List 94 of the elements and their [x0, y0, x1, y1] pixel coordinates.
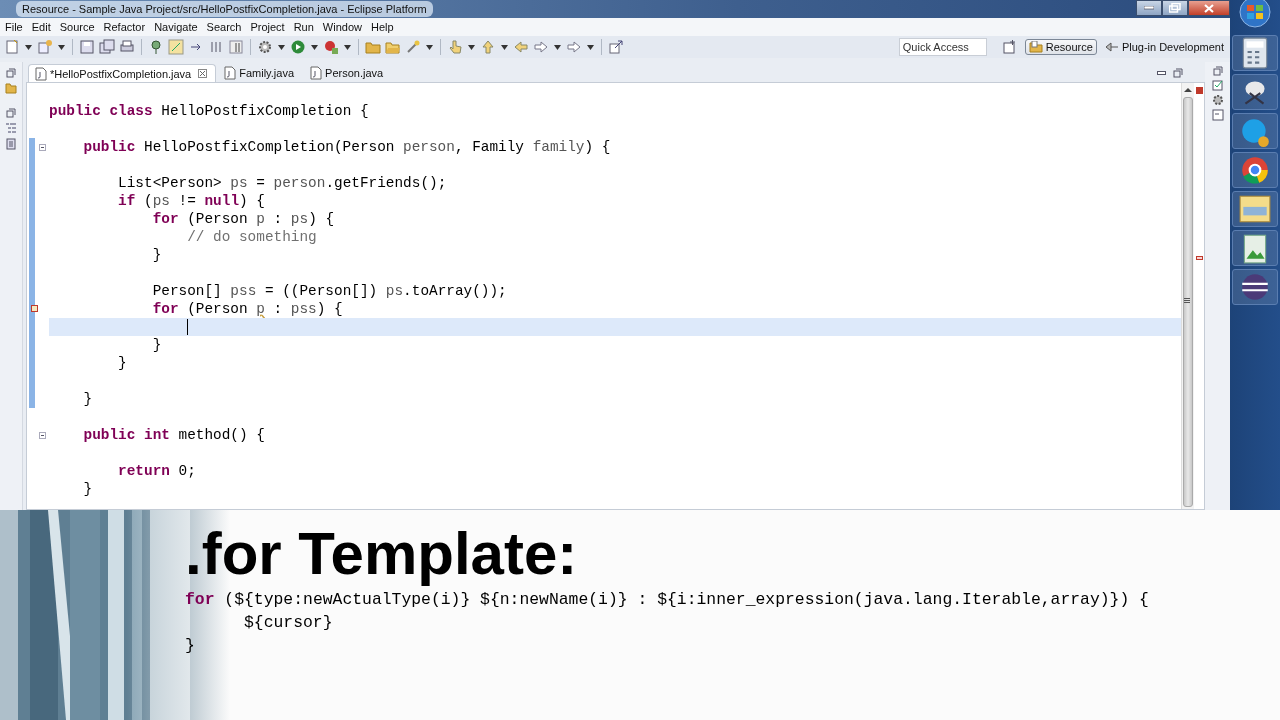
warning-marker[interactable] [1195, 256, 1203, 260]
pointer-icon[interactable] [447, 39, 463, 55]
code-line: public int method() { [82, 426, 266, 444]
perspective-button[interactable]: Plug-in Development [1100, 39, 1228, 55]
menu-item[interactable]: File [1, 21, 27, 33]
folder-icon [1028, 41, 1043, 53]
gear-icon[interactable] [257, 39, 273, 55]
dropdown-caret-icon[interactable] [278, 44, 285, 50]
dropdown-caret-icon[interactable] [501, 44, 508, 50]
gear-icon[interactable] [1211, 94, 1224, 106]
code-line: public HelloPostfixCompletion(Person person, Family family) { [82, 138, 612, 156]
overlay-heading: .for Template: [185, 520, 579, 588]
code-line: return 0; [117, 462, 197, 480]
task-list-icon[interactable] [5, 138, 17, 150]
code-line: } [117, 354, 128, 372]
close-icon [1204, 3, 1214, 13]
editor-tab[interactable]: *HelloPostfixCompletion.java [28, 64, 217, 82]
dropdown-caret-icon[interactable] [25, 44, 32, 50]
menu-item[interactable]: Search [202, 21, 246, 33]
menu-item[interactable]: Window [318, 21, 366, 33]
menu-item[interactable]: Navigate [150, 21, 202, 33]
dropdown-caret-icon[interactable] [344, 44, 351, 50]
code-line: // do something [186, 228, 318, 246]
save-all-icon[interactable] [99, 39, 115, 55]
restore-icon[interactable] [1212, 66, 1223, 76]
printer-icon[interactable] [119, 39, 135, 55]
file-explorer-icon[interactable] [1232, 191, 1278, 227]
forward-arrow-icon[interactable] [566, 39, 582, 55]
code-line: } [82, 390, 94, 408]
restore-icon[interactable] [6, 68, 16, 78]
code-line: } [151, 336, 163, 354]
code-line: for (Person p : ps) { [151, 210, 336, 228]
code-line: } [82, 480, 94, 498]
perspective-button[interactable]: Resource [1024, 39, 1097, 55]
menu-item[interactable]: Project [246, 21, 289, 33]
menu-item[interactable]: Edit [27, 21, 55, 33]
scrollbar-thumb[interactable] [1183, 97, 1193, 507]
dropdown-caret-icon[interactable] [311, 44, 318, 50]
export-icon[interactable] [608, 39, 624, 55]
external-tools-icon[interactable] [323, 39, 339, 55]
image-app-icon[interactable] [1232, 230, 1278, 266]
close-icon[interactable] [198, 69, 208, 78]
grip-icon [1184, 298, 1190, 304]
code-line: List<Person> ps = person.getFriends(); [117, 174, 448, 192]
save-icon[interactable] [79, 39, 95, 55]
new-file-icon[interactable] [4, 39, 20, 55]
fold-icon[interactable] [39, 432, 46, 439]
task-icon[interactable] [1211, 79, 1224, 91]
open-perspective-icon[interactable] [1002, 40, 1017, 54]
code-line: } [151, 246, 163, 264]
scroll-up-icon[interactable] [1184, 87, 1192, 93]
console-icon[interactable] [1211, 109, 1224, 121]
dropdown-caret-icon[interactable] [554, 44, 561, 50]
java-file-icon [224, 66, 237, 80]
dropdown-caret-icon[interactable] [426, 44, 433, 50]
error-marker[interactable] [1195, 87, 1203, 94]
text-cursor [187, 319, 189, 335]
restore-icon[interactable] [6, 108, 16, 118]
code-line: public class HelloPostfixCompletion { [49, 102, 370, 120]
browser-icon[interactable] [1232, 152, 1278, 188]
menu-item[interactable]: Source [55, 21, 99, 33]
calculator-icon[interactable] [1232, 35, 1278, 71]
forward-arrow-icon[interactable] [533, 39, 549, 55]
package-explorer-icon[interactable] [5, 82, 17, 94]
run-icon[interactable] [290, 39, 306, 55]
maximize-icon[interactable] [1173, 68, 1183, 78]
template-code-line: for (${type:newActualType(i)} ${n:newName(i)} : ${i:inner_expression(java.lang.Iterable,array)}) { [185, 589, 1149, 611]
plugin-icon [1104, 41, 1119, 53]
code-line: for (Person p : pss) { [151, 300, 344, 318]
code-line: Person[] pss = ((Person[]) ps.toArray()); [151, 282, 508, 300]
dropdown-caret-icon[interactable] [468, 44, 475, 50]
restore-icon [1169, 3, 1181, 13]
fold-icon[interactable] [39, 144, 46, 151]
java-file-icon [310, 66, 323, 80]
code-line: if (ps != null) { [117, 192, 266, 210]
template-code-line: } [185, 635, 196, 657]
editor-tab[interactable]: Family.java [218, 64, 303, 82]
wand-icon[interactable] [405, 39, 421, 55]
menu-item[interactable]: Refactor [99, 21, 150, 33]
minimize-icon [1144, 6, 1154, 10]
close-button[interactable] [1188, 0, 1230, 16]
quick-access-field[interactable]: Quick Access [898, 38, 987, 56]
window-title: Resource - Sample Java Project/src/HelloPostfixCompletion.java - Eclipse Platform [16, 1, 433, 17]
menu-item[interactable]: Help [367, 21, 398, 33]
maximize-button[interactable] [1162, 0, 1188, 16]
menu-item[interactable]: Run [289, 21, 318, 33]
pin-icon[interactable] [148, 39, 164, 55]
minimize-icon[interactable] [1157, 70, 1167, 76]
minimize-button[interactable] [1136, 0, 1162, 16]
template-code-line: ${cursor} [243, 612, 334, 634]
editor-tab[interactable]: Person.java [304, 64, 392, 82]
warning-icon [31, 305, 38, 312]
dropdown-caret-icon[interactable] [58, 44, 65, 50]
dropdown-caret-icon[interactable] [587, 44, 594, 50]
